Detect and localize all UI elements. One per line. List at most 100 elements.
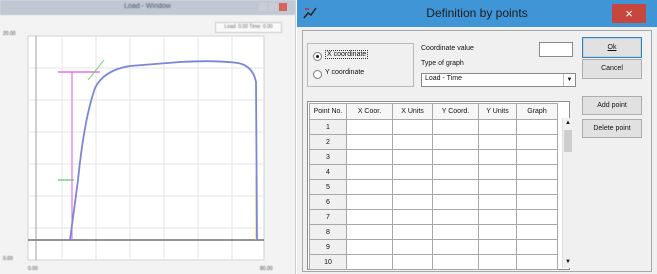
table-cell[interactable] <box>478 254 517 270</box>
table-cell[interactable] <box>392 254 433 270</box>
scroll-thumb[interactable] <box>564 130 572 152</box>
table-cell[interactable] <box>478 164 517 180</box>
table-cell[interactable] <box>346 194 393 210</box>
table-cell[interactable] <box>346 134 393 150</box>
table-cell[interactable] <box>432 119 479 135</box>
table-cell[interactable] <box>478 209 517 225</box>
table-cell[interactable] <box>392 119 433 135</box>
table-cell[interactable] <box>346 209 393 225</box>
cancel-button[interactable]: Cancel <box>582 59 642 79</box>
table-cell[interactable] <box>516 119 558 135</box>
table-row: 10 <box>309 254 558 270</box>
table-row: 5 <box>309 179 558 195</box>
coordinate-value-input[interactable] <box>539 42 573 57</box>
table-cell[interactable] <box>432 134 479 150</box>
header-x-units: X Units <box>392 103 433 120</box>
y-axis-top-label: 20.00 <box>3 31 16 37</box>
table-row: 8 <box>309 224 558 240</box>
table-cell[interactable] <box>432 179 479 195</box>
table-cell[interactable] <box>346 119 393 135</box>
table-cell[interactable] <box>346 179 393 195</box>
definition-dialog: Definition by points × X coordinate Y co… <box>297 0 657 274</box>
table-cell[interactable] <box>478 239 517 255</box>
table-cell[interactable] <box>432 254 479 270</box>
table-cell[interactable] <box>392 164 433 180</box>
type-of-graph-label: Type of graph <box>421 60 464 67</box>
radio-x-coordinate[interactable] <box>313 52 322 61</box>
table-cell[interactable] <box>478 119 517 135</box>
radio-y-label[interactable]: Y coordinate <box>325 69 364 76</box>
points-table-container: Point No. X Coor. X Units Y Coord. Y Uni… <box>307 101 573 270</box>
close-button[interactable]: × <box>612 4 646 23</box>
table-cell[interactable] <box>346 224 393 240</box>
table-cell[interactable] <box>516 239 558 255</box>
table-cell[interactable] <box>478 224 517 240</box>
points-table: Point No. X Coor. X Units Y Coord. Y Uni… <box>309 103 558 270</box>
header-y-coord: Y Coord. <box>432 103 479 120</box>
table-row: 9 <box>309 239 558 255</box>
row-number-cell[interactable]: 2 <box>309 134 347 150</box>
radio-x-label[interactable]: X coordinate <box>325 50 369 59</box>
coordinate-radio-group: X coordinate Y coordinate <box>307 43 414 87</box>
add-point-button[interactable]: Add point <box>582 96 642 115</box>
table-cell[interactable] <box>432 149 479 165</box>
table-cell[interactable] <box>392 224 433 240</box>
table-cell[interactable] <box>392 239 433 255</box>
table-cell[interactable] <box>392 209 433 225</box>
table-cell[interactable] <box>516 179 558 195</box>
row-number-cell[interactable]: 1 <box>309 119 347 135</box>
chevron-down-icon[interactable]: ▼ <box>563 74 575 86</box>
y-axis-bottom-label: 0.00 <box>3 256 13 262</box>
table-cell[interactable] <box>346 149 393 165</box>
table-row: 2 <box>309 134 558 150</box>
table-cell[interactable] <box>346 239 393 255</box>
scroll-up-icon[interactable]: ▲ <box>563 118 573 128</box>
table-cell[interactable] <box>432 194 479 210</box>
type-of-graph-value: Load - Time <box>425 75 462 82</box>
type-of-graph-select[interactable]: Load - Time ▼ <box>421 73 576 87</box>
table-cell[interactable] <box>516 194 558 210</box>
row-number-cell[interactable]: 10 <box>309 254 347 270</box>
table-cell[interactable] <box>432 209 479 225</box>
table-cell[interactable] <box>432 239 479 255</box>
radio-y-coordinate[interactable] <box>313 70 322 79</box>
table-cell[interactable] <box>516 164 558 180</box>
table-cell[interactable] <box>478 194 517 210</box>
row-number-cell[interactable]: 8 <box>309 224 347 240</box>
table-cell[interactable] <box>516 134 558 150</box>
table-cell[interactable] <box>516 224 558 240</box>
table-cell[interactable] <box>516 149 558 165</box>
table-cell[interactable] <box>392 194 433 210</box>
table-row: 3 <box>309 149 558 165</box>
row-number-cell[interactable]: 4 <box>309 164 347 180</box>
table-cell[interactable] <box>478 134 517 150</box>
delete-point-button[interactable]: Delete point <box>582 119 642 138</box>
table-cell[interactable] <box>432 224 479 240</box>
table-cell[interactable] <box>478 179 517 195</box>
table-cell[interactable] <box>478 149 517 165</box>
table-cell[interactable] <box>516 254 558 270</box>
ok-button-label: Ok <box>607 44 617 51</box>
table-cell[interactable] <box>432 164 479 180</box>
x-axis-left-label: 0.00 <box>28 266 38 272</box>
row-number-cell[interactable]: 9 <box>309 239 347 255</box>
ok-button[interactable]: Ok <box>582 37 642 58</box>
scroll-down-icon[interactable]: ▼ <box>563 257 573 267</box>
row-number-cell[interactable]: 6 <box>309 194 347 210</box>
table-cell[interactable] <box>346 164 393 180</box>
table-cell[interactable] <box>516 209 558 225</box>
table-vertical-scrollbar[interactable]: ▲ ▼ <box>562 118 573 268</box>
row-number-cell[interactable]: 3 <box>309 149 347 165</box>
table-row: 1 <box>309 119 558 135</box>
add-point-label: Add point <box>597 102 627 109</box>
table-cell[interactable] <box>346 254 393 270</box>
table-cell[interactable] <box>392 179 433 195</box>
row-number-cell[interactable]: 5 <box>309 179 347 195</box>
dialog-title: Definition by points <box>426 6 528 20</box>
x-axis-right-label: 80.00 <box>260 266 273 272</box>
row-number-cell[interactable]: 7 <box>309 209 347 225</box>
load-time-plot <box>27 35 265 261</box>
table-cell[interactable] <box>392 149 433 165</box>
table-cell[interactable] <box>392 134 433 150</box>
table-row: 6 <box>309 194 558 210</box>
